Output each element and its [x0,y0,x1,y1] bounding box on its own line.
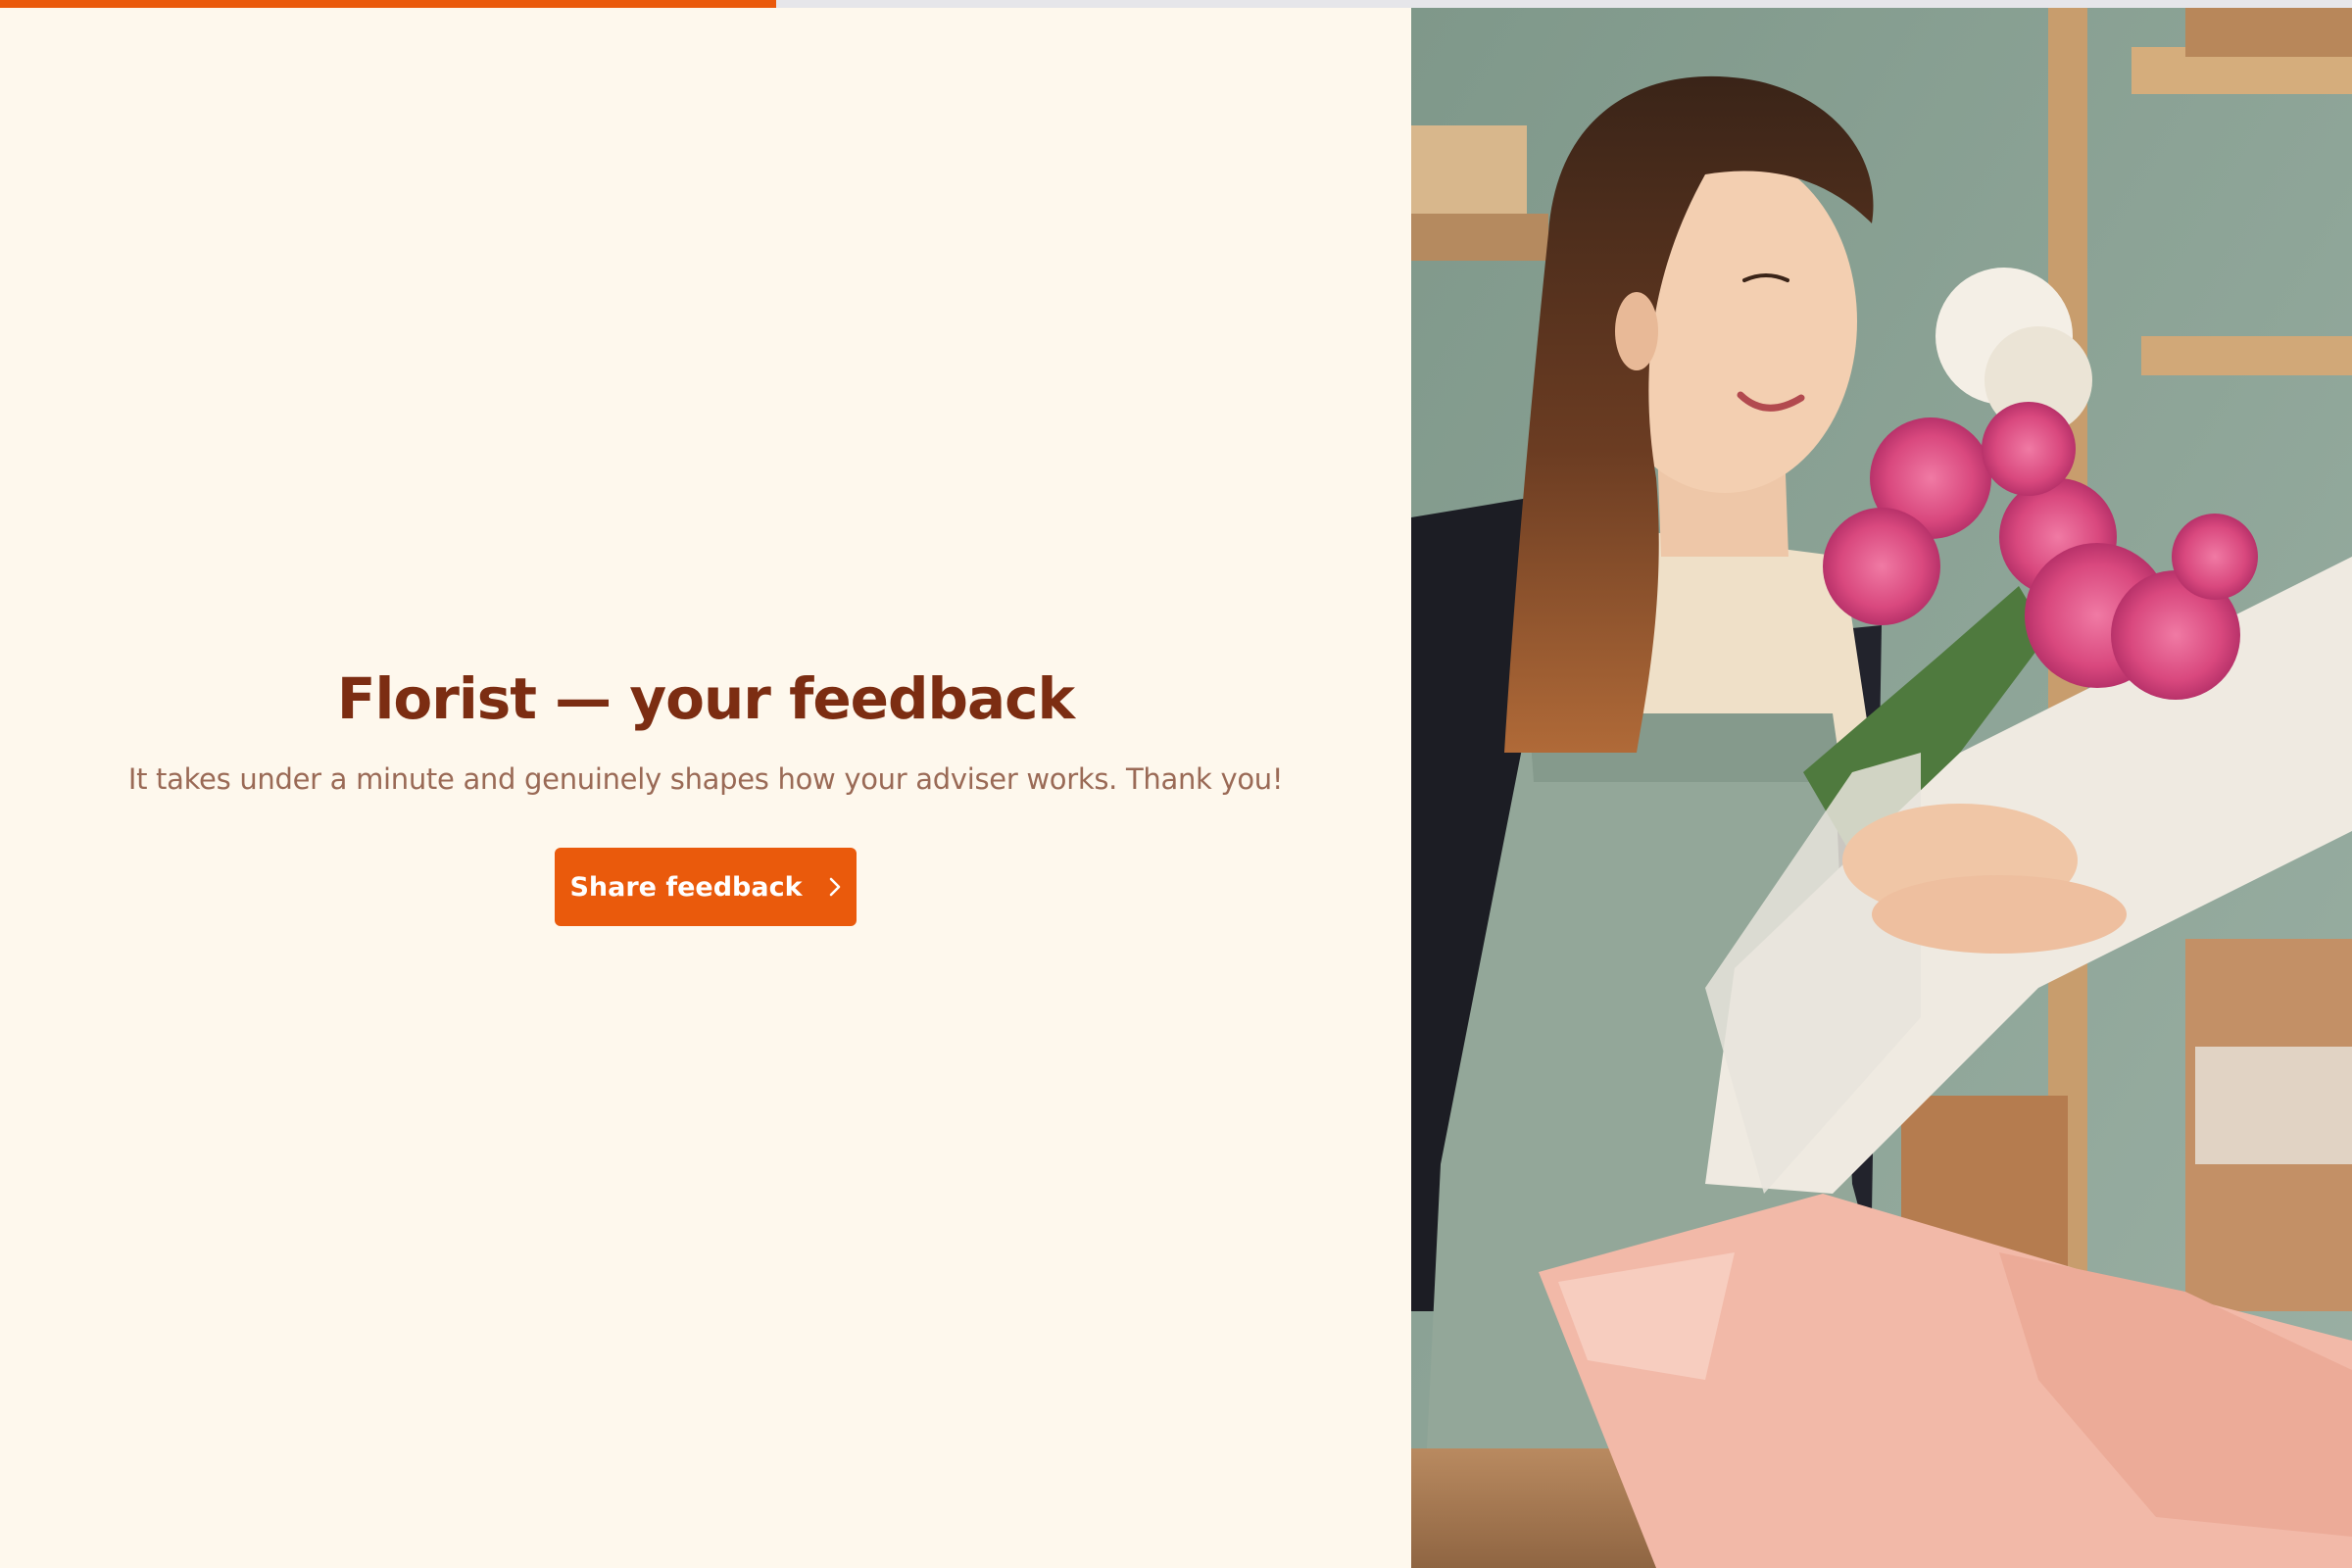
chevron-right-icon [828,876,842,898]
page-subtitle: It takes under a minute and genuinely sh… [127,762,1284,796]
share-feedback-button[interactable]: Share feedback [555,848,857,926]
intro-content: Florist — your feedback It takes under a… [0,660,1411,926]
share-feedback-label: Share feedback [569,871,803,903]
intro-panel: Florist — your feedback It takes under a… [0,8,1411,1568]
florist-photo [1411,8,2352,1568]
progress-bar [0,0,2352,8]
page-title: Florist — your feedback [336,665,1075,732]
progress-bar-fill [0,0,776,8]
